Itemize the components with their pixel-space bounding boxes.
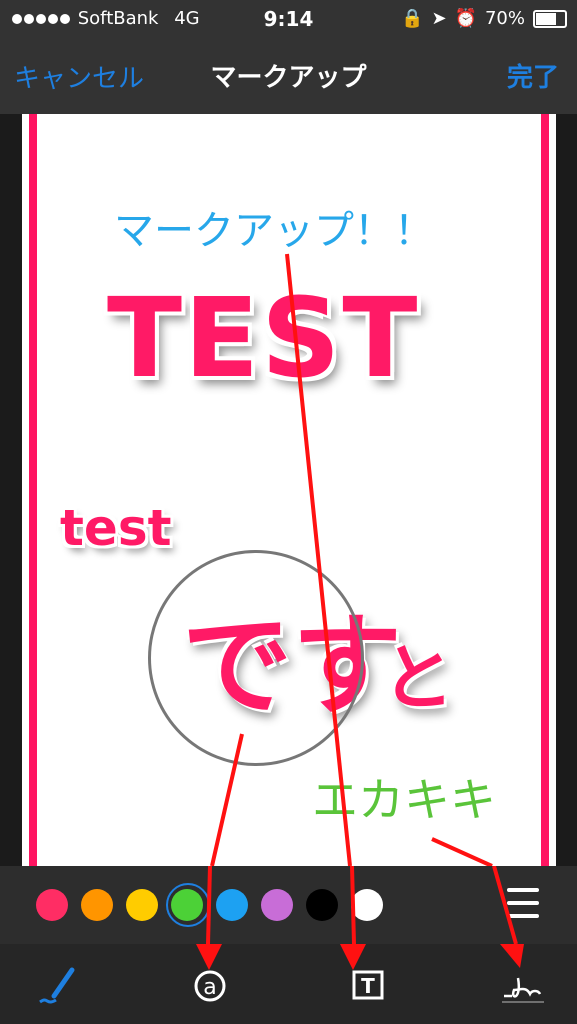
- battery-percent: 70%: [484, 8, 525, 29]
- color-swatch-yellow[interactable]: [126, 889, 158, 921]
- alarm-icon: ⏰: [454, 8, 477, 29]
- signature-tool[interactable]: [496, 960, 552, 1010]
- done-button[interactable]: 完了: [507, 57, 559, 94]
- color-toolbar: [0, 866, 577, 944]
- svg-text:a: a: [203, 975, 216, 1000]
- magnifier-icon: a: [194, 970, 226, 1002]
- color-swatch-pink[interactable]: [36, 889, 68, 921]
- page-title: マークアップ: [210, 63, 367, 93]
- status-bar: SoftBank 4G 9:14 🔒 ➤ ⏰ 70%: [0, 0, 577, 40]
- arrow-line-signature-tool: [431, 837, 493, 866]
- status-right: 🔒 ➤ ⏰ 70%: [401, 8, 567, 29]
- color-swatch-white[interactable]: [351, 889, 383, 921]
- arrow-line-magnifier-tool: [210, 733, 244, 866]
- color-swatch-green[interactable]: [171, 889, 203, 921]
- color-swatch-orange[interactable]: [81, 889, 113, 921]
- pen-icon: [39, 967, 75, 1004]
- svg-text:T: T: [361, 974, 375, 998]
- signature-icon: [502, 977, 544, 1003]
- location-icon: ➤: [431, 8, 447, 29]
- rotation-lock-icon: 🔒: [401, 8, 424, 29]
- tool-tabbar: a T: [0, 944, 577, 1024]
- arrow-line-text-tool: [285, 253, 352, 866]
- color-swatch-blue[interactable]: [216, 889, 248, 921]
- pen-tool[interactable]: [32, 960, 88, 1010]
- text-box-icon: T: [352, 970, 384, 1000]
- annotation-arrows: [210, 253, 493, 866]
- nav-bar: キャンセル マークアップ 完了: [0, 40, 577, 114]
- color-swatch-purple[interactable]: [261, 889, 293, 921]
- color-swatch-black[interactable]: [306, 889, 338, 921]
- line-width-menu-icon[interactable]: [507, 888, 539, 927]
- battery-icon: [533, 9, 567, 28]
- markup-canvas[interactable]: マークアップ！！ TEST test です と エカキキ: [22, 114, 556, 866]
- magnifier-tool[interactable]: a: [182, 960, 238, 1010]
- text-tool[interactable]: T: [340, 960, 396, 1010]
